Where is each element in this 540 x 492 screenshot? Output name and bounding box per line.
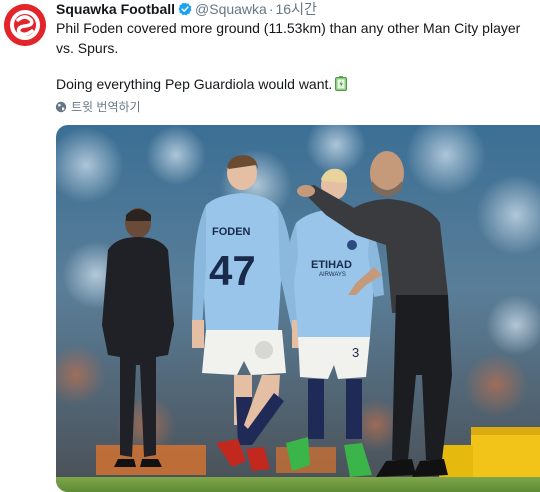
translate-label: 트윗 번역하기: [71, 100, 141, 114]
timestamp[interactable]: 16시간: [276, 1, 317, 17]
handle[interactable]: @Squawka: [195, 1, 267, 17]
jersey-sponsor-sub: AIRWAYS: [319, 272, 346, 278]
tweet-text-line2: Doing everything Pep Guardiola would wan…: [56, 76, 333, 92]
tweet-text-line1: Phil Foden covered more ground (11.53km)…: [56, 20, 521, 56]
display-name[interactable]: Squawka Football: [56, 1, 175, 17]
photo-image: FODEN 47 ETIHAD AIRWAYS 3: [56, 125, 540, 492]
battery-emoji-icon: [335, 76, 348, 91]
jersey-name: FODEN: [212, 226, 251, 238]
jersey-number: 47: [209, 247, 256, 294]
squawka-logo-icon: [4, 4, 46, 46]
separator-dot: ·: [268, 1, 274, 17]
tweet-photo[interactable]: FODEN 47 ETIHAD AIRWAYS 3: [56, 125, 540, 492]
jersey-sponsor: ETIHAD: [311, 259, 352, 271]
globe-icon: [55, 101, 67, 113]
tweet-text-second: Doing everything Pep Guardiola would wan…: [56, 74, 348, 94]
tweet: Squawka Football @Squawka · 16시간 Phil Foden…: [0, 0, 540, 492]
tweet-header: Squawka Football @Squawka · 16시간: [56, 0, 317, 18]
verified-badge-icon: [178, 2, 192, 16]
translate-tweet-link[interactable]: 트윗 번역하기: [55, 99, 141, 115]
shorts-number: 3: [352, 345, 359, 360]
avatar[interactable]: [4, 4, 46, 46]
tweet-text: Phil Foden covered more ground (11.53km)…: [56, 18, 534, 58]
